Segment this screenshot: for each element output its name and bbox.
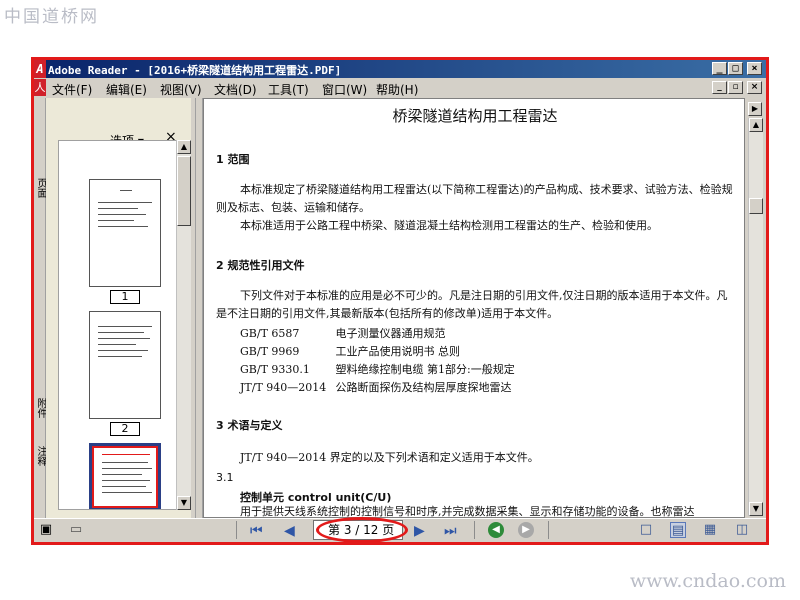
- continuous-facing-icon[interactable]: ▦: [702, 522, 718, 538]
- reference-code: GB/T 9969: [240, 345, 300, 358]
- document-view: 桥梁隧道结构用工程雷达 1 范围 本标准规定了桥梁隧道结构用工程雷达(以下简称工…: [203, 98, 745, 518]
- document-scrollbar[interactable]: ▲ ▼: [748, 118, 763, 516]
- collapse-right-pane-icon[interactable]: ▶: [748, 102, 762, 116]
- last-page-button[interactable]: ⏭: [444, 523, 457, 539]
- watermark-top: 中国道桥网: [4, 7, 99, 27]
- menu-help[interactable]: 帮助(H): [376, 81, 418, 98]
- thumbnail-number: 1: [110, 290, 140, 304]
- doc-scroll-down-arrow-icon[interactable]: ▼: [749, 502, 763, 516]
- tab-attachments[interactable]: 附件: [34, 398, 46, 418]
- maximize-button[interactable]: □: [728, 62, 743, 75]
- page-thumbnail[interactable]: [89, 311, 161, 419]
- paragraph: JT/T 940—2014 界定的以及下列术语和定义适用于本文件。: [240, 451, 539, 464]
- previous-page-button[interactable]: ◀: [284, 523, 295, 539]
- pdf-doc-icon: 人: [34, 79, 46, 96]
- menu-edit[interactable]: 编辑(E): [106, 81, 147, 98]
- section-heading: 3 术语与定义: [216, 419, 283, 432]
- reference-row: GB/T 9330.1 塑料绝缘控制电缆 第1部分:一般规定: [240, 361, 515, 377]
- menu-tools[interactable]: 工具(T): [268, 81, 309, 98]
- status-toolbar: ▣ ▭ ⏮ ◀ 第 3 / 12 页 ▶ ⏭ ◀ ▶ □ ▤ ▦ ◫: [34, 517, 766, 542]
- scroll-down-arrow-icon[interactable]: ▼: [177, 496, 191, 510]
- close-button[interactable]: ×: [747, 62, 762, 75]
- reference-name: 公路断面探伤及结构层厚度探地雷达: [335, 381, 512, 394]
- page-thumbnail-current[interactable]: [89, 443, 161, 509]
- reader-window: A Adobe Reader - [2016+桥梁隧道结构用工程雷达.PDF] …: [31, 57, 769, 545]
- acrobat-icon: A: [34, 60, 46, 78]
- paragraph: 用于提供天线系统控制的控制信号和时序,并完成数据采集、显示和存储功能的设备。也称…: [240, 505, 695, 518]
- doc-minimize-button[interactable]: _: [712, 81, 727, 94]
- page-view-icon[interactable]: ▣: [38, 522, 54, 538]
- watermark-bottom: www.cndao.com: [629, 570, 786, 592]
- section-heading: 2 规范性引用文件: [216, 259, 305, 272]
- page-thumbnail[interactable]: [89, 179, 161, 287]
- document-icon[interactable]: ▭: [68, 522, 84, 538]
- scroll-thumb[interactable]: [177, 156, 191, 226]
- menu-window[interactable]: 窗口(W): [322, 81, 367, 98]
- reference-row: GB/T 6587 电子测量仪器通用规范: [240, 325, 446, 341]
- document-title: 桥梁隧道结构用工程雷达: [392, 107, 558, 125]
- continuous-page-icon[interactable]: ▤: [670, 522, 686, 538]
- menu-bar: 人 文件(F) 编辑(E) 视图(V) 文档(D) 工具(T) 窗口(W) 帮助…: [34, 78, 766, 98]
- page-indicator-highlight: [316, 517, 408, 542]
- facing-page-icon[interactable]: ◫: [734, 522, 750, 538]
- go-back-button[interactable]: ◀: [488, 522, 504, 538]
- reference-name: 塑料绝缘控制电缆 第1部分:一般规定: [335, 363, 515, 376]
- paragraph: 本标准规定了桥梁隧道结构用工程雷达(以下简称工程雷达)的产品构成、技术要求、试验…: [216, 183, 733, 214]
- first-page-button[interactable]: ⏮: [250, 523, 263, 539]
- section-heading: 1 范围: [216, 153, 250, 166]
- scroll-up-arrow-icon[interactable]: ▲: [177, 140, 191, 154]
- next-page-button[interactable]: ▶: [414, 523, 425, 539]
- reference-code: JT/T 940—2014: [240, 381, 327, 394]
- doc-close-button[interactable]: ×: [747, 81, 762, 94]
- tab-pages[interactable]: 页面: [34, 178, 46, 198]
- reference-name: 工业产品使用说明书 总则: [335, 345, 461, 358]
- minimize-button[interactable]: _: [712, 62, 727, 75]
- window-title: Adobe Reader - [2016+桥梁隧道结构用工程雷达.PDF]: [48, 64, 342, 77]
- pane-splitter[interactable]: [195, 98, 203, 518]
- thumbnail-scrollbar[interactable]: ▲ ▼: [176, 140, 191, 510]
- menu-document[interactable]: 文档(D): [214, 81, 257, 98]
- tab-comments[interactable]: 注释: [34, 446, 46, 466]
- thumbnail-number: 2: [110, 422, 140, 436]
- thumbnail-pane: 选项 ▾ × 1 2: [46, 98, 191, 518]
- reference-row: GB/T 9969 工业产品使用说明书 总则: [240, 343, 460, 359]
- paragraph: 下列文件对于本标准的应用是必不可少的。凡是注日期的引用文件,仅注日期的版本适用于…: [216, 289, 728, 320]
- clause-number: 3.1: [216, 471, 234, 484]
- menu-file[interactable]: 文件(F): [52, 81, 92, 98]
- doc-scroll-thumb[interactable]: [749, 198, 763, 214]
- doc-restore-button[interactable]: ▫: [728, 81, 743, 94]
- title-bar: A Adobe Reader - [2016+桥梁隧道结构用工程雷达.PDF] …: [34, 60, 766, 78]
- go-forward-button[interactable]: ▶: [518, 522, 534, 538]
- reference-row: JT/T 940—2014 公路断面探伤及结构层厚度探地雷达: [240, 379, 512, 395]
- menu-view[interactable]: 视图(V): [160, 81, 202, 98]
- navigation-tabs: 页面 附件 注释: [34, 98, 46, 518]
- reference-code: GB/T 6587: [240, 327, 300, 340]
- doc-scroll-up-arrow-icon[interactable]: ▲: [749, 118, 763, 132]
- thumbnail-strip: 1 2: [58, 140, 188, 510]
- single-page-icon[interactable]: □: [638, 522, 654, 538]
- document-scrollbar-area: ▶ ▲ ▼: [745, 98, 766, 518]
- reference-name: 电子测量仪器通用规范: [335, 327, 446, 340]
- paragraph: 本标准适用于公路工程中桥梁、隧道混凝土结构检测用工程雷达的生产、检验和使用。: [240, 219, 658, 232]
- reference-code: GB/T 9330.1: [240, 363, 310, 376]
